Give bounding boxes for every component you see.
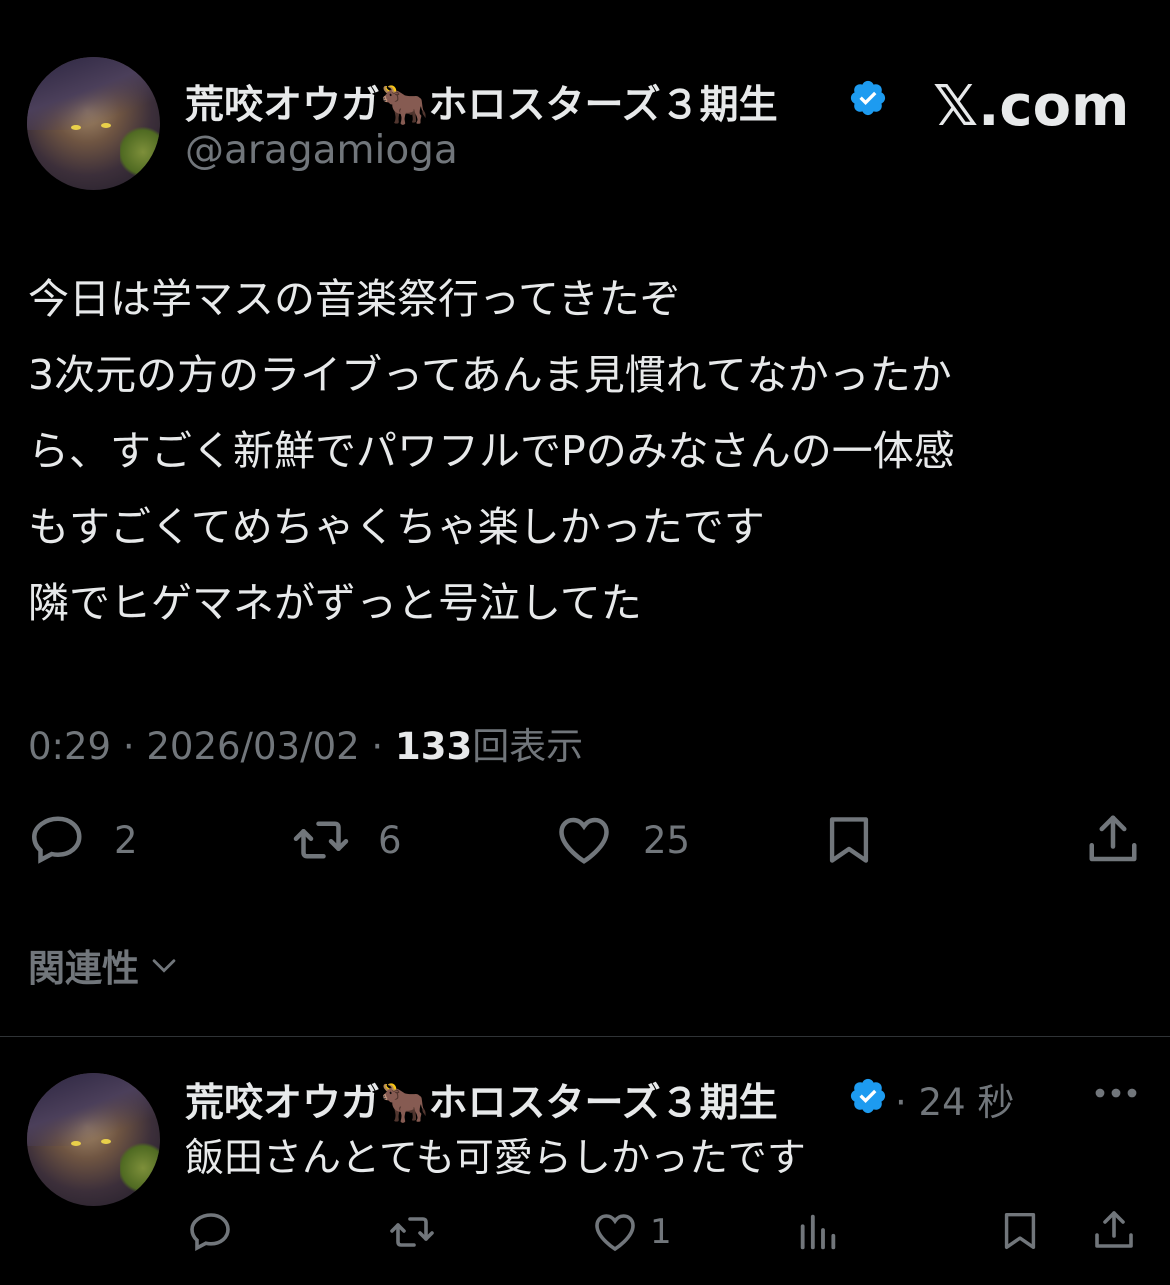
retweet-icon[interactable] (385, 1208, 439, 1256)
author-avatar[interactable] (27, 57, 160, 190)
tweet-line: もすごくてめちゃくちゃ楽しかったです (28, 503, 765, 551)
section-divider (0, 1036, 1170, 1037)
reply-like-count: 1 (650, 1212, 672, 1252)
retweet-count: 6 (378, 818, 402, 862)
tweet-meta: 0:29 · 2026/03/02 · 133回表示 (28, 716, 583, 770)
reply-avatar[interactable] (27, 1073, 160, 1206)
views-label: 回表示 (472, 725, 584, 768)
reply-author-name[interactable]: 荒咬オウガ🐂ホロスターズ３期生 (185, 1072, 778, 1128)
tweet-line: 今日は学マスの音楽祭行ってきたぞ (28, 275, 681, 323)
heart-icon (559, 817, 609, 864)
share-icon[interactable] (1090, 1205, 1138, 1255)
analytics-icon[interactable] (795, 1208, 841, 1256)
verified-badge-icon (850, 80, 886, 116)
meta-separator: · (371, 725, 384, 768)
share-icon[interactable] (1083, 808, 1143, 870)
tweet-date[interactable]: 2026/03/02 (146, 725, 359, 768)
more-options-icon[interactable] (1092, 1078, 1140, 1108)
heart-icon (595, 1214, 635, 1252)
tweet-body: 今日は学マスの音楽祭行ってきたぞ 3次元の方のライブってあんま見慣れてなかったか… (28, 261, 955, 641)
reply-count: 2 (114, 818, 138, 862)
site-logo: 𝕏.com (933, 74, 1130, 139)
tweet-line: ら、すごく新鮮でパワフルでPのみなさんの一体感 (28, 427, 955, 475)
chevron-down-icon (152, 959, 176, 973)
verified-badge-icon (850, 1078, 886, 1114)
tweet-line: 隣でヒゲマネがずっと号泣してた (28, 579, 642, 627)
retweet-button[interactable]: 6 (288, 810, 402, 870)
reply-icon[interactable] (187, 1208, 235, 1256)
views-count: 133 (394, 725, 473, 768)
tweet-time[interactable]: 0:29 (28, 725, 111, 768)
retweet-icon (293, 821, 349, 859)
sort-selector[interactable]: 関連性 (28, 938, 181, 992)
reply-icon (31, 816, 82, 864)
author-name[interactable]: 荒咬オウガ🐂ホロスターズ３期生 (185, 74, 778, 130)
like-count: 25 (643, 818, 691, 862)
meta-separator: · (122, 725, 135, 768)
bookmark-icon[interactable] (820, 810, 878, 870)
like-button[interactable]: 25 (553, 810, 690, 870)
reply-text: 飯田さんとても可愛らしかったです (185, 1136, 806, 1181)
sort-label: 関連性 (28, 947, 139, 990)
reply-time-ago[interactable]: · 24 秒 (895, 1072, 1014, 1126)
bookmark-icon[interactable] (997, 1206, 1043, 1256)
tweet-line: 3次元の方のライブってあんま見慣れてなかったか (28, 351, 952, 399)
reply-like-button[interactable]: 1 (590, 1208, 672, 1256)
author-handle[interactable]: @aragamioga (185, 128, 458, 173)
reply-button[interactable]: 2 (28, 810, 138, 870)
